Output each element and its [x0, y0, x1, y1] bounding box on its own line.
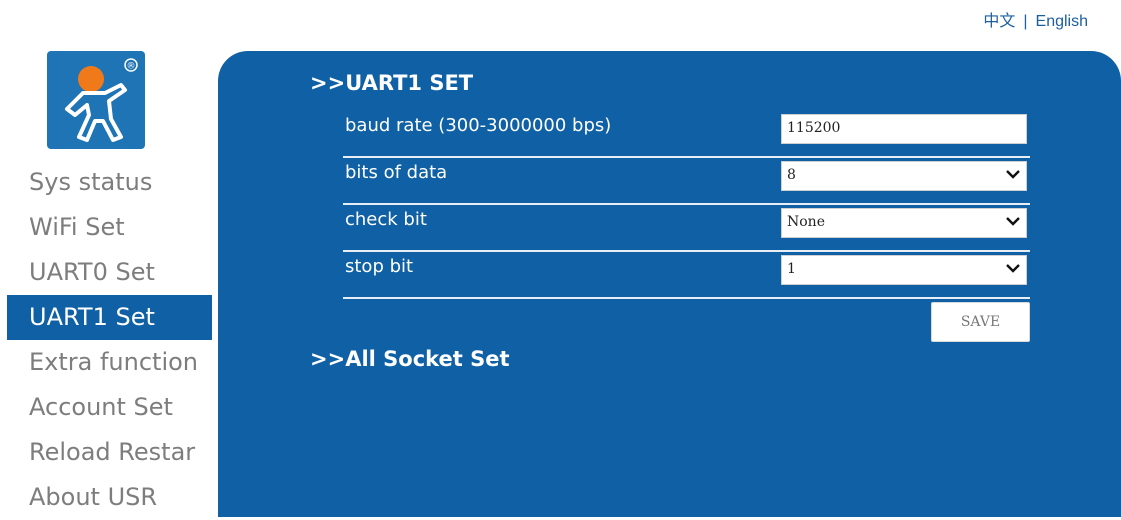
- uart1-section-title[interactable]: >>UART1 SET: [310, 71, 473, 95]
- data-bits-select[interactable]: 8: [781, 161, 1027, 191]
- sidebar-item-uart1-set[interactable]: UART1 Set: [7, 295, 212, 340]
- data-bits-label: bits of data: [345, 162, 448, 183]
- sidebar-item-extra-function[interactable]: Extra function: [7, 340, 212, 385]
- data-bits-value: 8: [787, 167, 796, 183]
- sidebar-item-about-usr[interactable]: About USR: [7, 475, 212, 520]
- stop-bit-label: stop bit: [345, 256, 414, 277]
- check-bit-select[interactable]: None: [781, 208, 1027, 238]
- sidebar-item-account-set[interactable]: Account Set: [7, 385, 212, 430]
- uart1-form: baud rate (300-3000000 bps) 115200 bits …: [343, 111, 1030, 299]
- data-bits-row: bits of data 8: [343, 158, 1030, 205]
- sidebar-item-reload-restart[interactable]: Reload Restar: [7, 430, 212, 475]
- chevron-down-icon: [1006, 170, 1020, 179]
- baud-rate-value: 115200: [787, 120, 841, 136]
- baud-rate-input[interactable]: 115200: [781, 114, 1027, 144]
- chevron-down-icon: [1006, 264, 1020, 273]
- stop-bit-select[interactable]: 1: [781, 255, 1027, 285]
- lang-separator: |: [1023, 13, 1028, 30]
- lang-chinese-link[interactable]: 中文: [983, 13, 1015, 30]
- sidebar-nav: Sys status WiFi Set UART0 Set UART1 Set …: [7, 160, 212, 520]
- all-socket-section-title[interactable]: >>All Socket Set: [310, 347, 510, 371]
- stop-bit-row: stop bit 1: [343, 252, 1030, 299]
- lang-english-link[interactable]: English: [1036, 13, 1088, 30]
- sidebar-item-wifi-set[interactable]: WiFi Set: [7, 205, 212, 250]
- registered-mark: ®: [127, 62, 136, 72]
- main-panel: >>UART1 SET baud rate (300-3000000 bps) …: [218, 51, 1121, 517]
- usr-logo: ®: [47, 51, 145, 149]
- stop-bit-value: 1: [787, 261, 796, 277]
- baud-rate-label: baud rate (300-3000000 bps): [345, 115, 612, 136]
- check-bit-value: None: [787, 214, 825, 230]
- chevron-down-icon: [1006, 217, 1020, 226]
- check-bit-label: check bit: [345, 209, 427, 230]
- sidebar-item-sys-status[interactable]: Sys status: [7, 160, 212, 205]
- language-switcher: 中文 | English: [983, 7, 1088, 31]
- check-bit-row: check bit None: [343, 205, 1030, 252]
- sidebar-item-uart0-set[interactable]: UART0 Set: [7, 250, 212, 295]
- save-button[interactable]: SAVE: [931, 302, 1030, 342]
- baud-rate-row: baud rate (300-3000000 bps) 115200: [343, 111, 1030, 158]
